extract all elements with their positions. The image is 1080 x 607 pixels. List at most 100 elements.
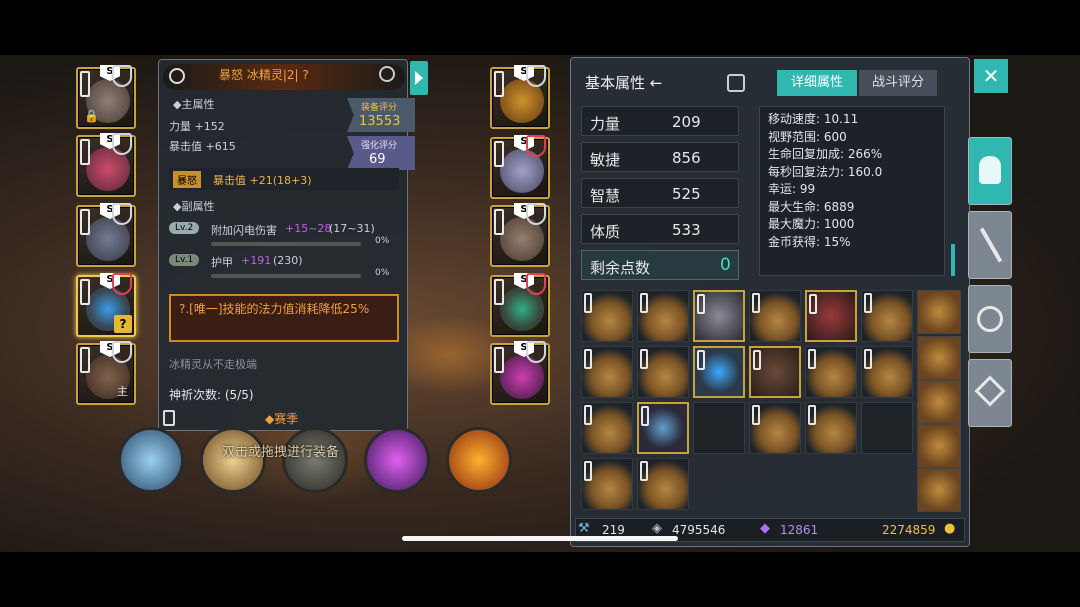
lock-tab-icon	[80, 71, 90, 97]
bag-tab-3[interactable]	[917, 380, 961, 424]
lock-tab-icon	[808, 405, 816, 425]
inventory-empty-slot[interactable]	[861, 402, 913, 454]
inventory-item-bag[interactable]	[637, 458, 689, 510]
enhance-score-badge: 强化评分 69	[347, 136, 415, 170]
sub-attr-base: (230)	[273, 254, 303, 267]
bag-tab-2[interactable]	[917, 336, 961, 380]
bag-tab-1[interactable]	[917, 290, 961, 334]
sub-attr-level: Lv.1	[169, 254, 200, 266]
detail-line: 生命回复加成: 266%	[768, 147, 883, 161]
equip-slot-armor[interactable]: S	[76, 203, 136, 267]
inventory-item-bag[interactable]	[861, 346, 913, 398]
equip-slot-necklace[interactable]: S	[490, 65, 550, 129]
lock-tab-icon	[640, 293, 648, 313]
lock-tab-icon	[809, 294, 817, 314]
inventory-item-boots[interactable]	[693, 290, 745, 342]
close-button[interactable]: ✕	[974, 59, 1008, 93]
sub-attr-bar	[211, 242, 361, 246]
swords-icon	[979, 227, 1003, 263]
main-attr-2: 暴击值 +615	[169, 140, 236, 153]
equip-slot-gloves[interactable]: S	[490, 135, 550, 199]
inventory-item-bag[interactable]	[749, 402, 801, 454]
equip-slot-mask[interactable]: S	[76, 133, 136, 197]
lock-tab-icon	[80, 139, 90, 165]
skill-button-3[interactable]	[282, 427, 348, 493]
inventory-item-bag[interactable]	[637, 290, 689, 342]
side-tab-settings[interactable]	[968, 359, 1012, 427]
inventory-empty-slot[interactable]	[693, 402, 745, 454]
sub-attr-bar	[211, 274, 361, 278]
inventory-item-bag[interactable]	[581, 458, 633, 510]
item-title: 暴怒 冰精灵|2| ?	[219, 68, 309, 82]
equip-slot-offhand[interactable]: S	[490, 341, 550, 405]
bag-tab-4[interactable]	[917, 424, 961, 468]
shield-icon	[526, 203, 546, 225]
tab-battle[interactable]: 战斗评分	[859, 70, 937, 96]
flavor-text: 冰精灵从不走极端	[169, 358, 257, 371]
sub-attr-name: 护甲	[211, 256, 233, 269]
swap-icon[interactable]	[727, 74, 745, 92]
equip-score-value: 13553	[359, 114, 401, 129]
inventory-item-ring[interactable]	[693, 346, 745, 398]
shield-icon	[526, 341, 546, 363]
equip-slot-helmet[interactable]: S 🔒	[76, 65, 136, 129]
side-tab-equipment[interactable]	[968, 137, 1012, 205]
shield-icon	[526, 65, 546, 87]
sub-attr-pct: 0%	[375, 268, 390, 278]
enhance-score-label: 强化评分	[361, 141, 398, 151]
stat-name: 力量	[590, 115, 621, 133]
skill-button-5[interactable]	[446, 427, 512, 493]
detail-line: 幸运: 99	[768, 182, 816, 196]
sub-attr-level: Lv.2	[169, 222, 200, 234]
inventory-item-bag[interactable]	[581, 290, 633, 342]
rage-attr: 暴击值 +21(18+3)	[213, 174, 312, 187]
stat-value: 525	[672, 185, 701, 203]
tab-detail[interactable]: 详细属性	[777, 70, 857, 96]
side-tab-runes[interactable]	[968, 285, 1012, 353]
sub-attr-row-2: Lv.1 护甲 +191 (230) 0%	[169, 254, 407, 284]
skill-button-2[interactable]	[200, 427, 266, 493]
inventory-item-bag[interactable]	[581, 402, 633, 454]
attribute-panel: 基本属性 ← 详细属性 战斗评分 力量 209 敏捷 856 智慧 525 体质 533…	[570, 57, 970, 547]
lock-icon[interactable]	[163, 410, 175, 426]
crystal-icon: ◈	[652, 521, 662, 536]
equip-slot-ring2[interactable]: S	[490, 273, 550, 337]
lock-tab-icon	[80, 279, 90, 305]
inventory-item-bag[interactable]	[749, 290, 801, 342]
item-detail-panel: 暴怒 冰精灵|2| ? ◆主属性 力量 +152 暴击值 +615 装备评分 1…	[158, 59, 415, 431]
inventory-item-staff[interactable]	[749, 346, 801, 398]
inventory-item-bag[interactable]	[805, 346, 857, 398]
inventory-item-bag[interactable]	[581, 346, 633, 398]
side-tab-skills[interactable]	[968, 211, 1012, 279]
remaining-points-row: 剩余点数 0	[581, 250, 739, 280]
equip-slot-boots[interactable]: S	[490, 203, 550, 267]
inventory-item-red-boots[interactable]	[805, 290, 857, 342]
lock-tab-icon	[494, 141, 504, 167]
detail-scrollbar[interactable]	[951, 244, 955, 276]
bag-tab-5[interactable]	[917, 468, 961, 512]
skill-button-4[interactable]	[364, 427, 430, 493]
equip-slot-ring-selected[interactable]: S ?	[76, 273, 136, 337]
inventory-item-bag[interactable]	[805, 402, 857, 454]
inventory-item-bag[interactable]	[861, 290, 913, 342]
detail-stats-box[interactable]: 移动速度: 10.11 视野范围: 600 生命回复加成: 266% 每秒回复法…	[759, 106, 945, 276]
skill-button-1[interactable]	[118, 427, 184, 493]
inventory-item-bag[interactable]	[637, 346, 689, 398]
stat-row-agility: 敏捷 856	[581, 142, 739, 172]
stat-row-strength: 力量 209	[581, 106, 739, 136]
lock-tab-icon	[584, 405, 592, 425]
detail-line: 金币获得: 15%	[768, 234, 851, 249]
stat-row-constitution: 体质 533	[581, 214, 739, 244]
inventory-item-ring2[interactable]	[637, 402, 689, 454]
lock-tab-icon	[80, 209, 90, 235]
helmet-icon	[979, 156, 1001, 184]
equip-slot-weapon[interactable]: S 主	[76, 341, 136, 405]
search-icon[interactable]	[379, 66, 395, 82]
lock-tab-icon	[584, 349, 592, 369]
rage-tag: 暴怒	[173, 171, 201, 188]
expand-arrow-button[interactable]	[410, 61, 428, 95]
currency-a: 219	[602, 523, 625, 537]
lock-tab-icon	[864, 293, 872, 313]
lock-tab-icon	[80, 347, 90, 373]
sub-attr-base: (17~31)	[329, 222, 375, 235]
